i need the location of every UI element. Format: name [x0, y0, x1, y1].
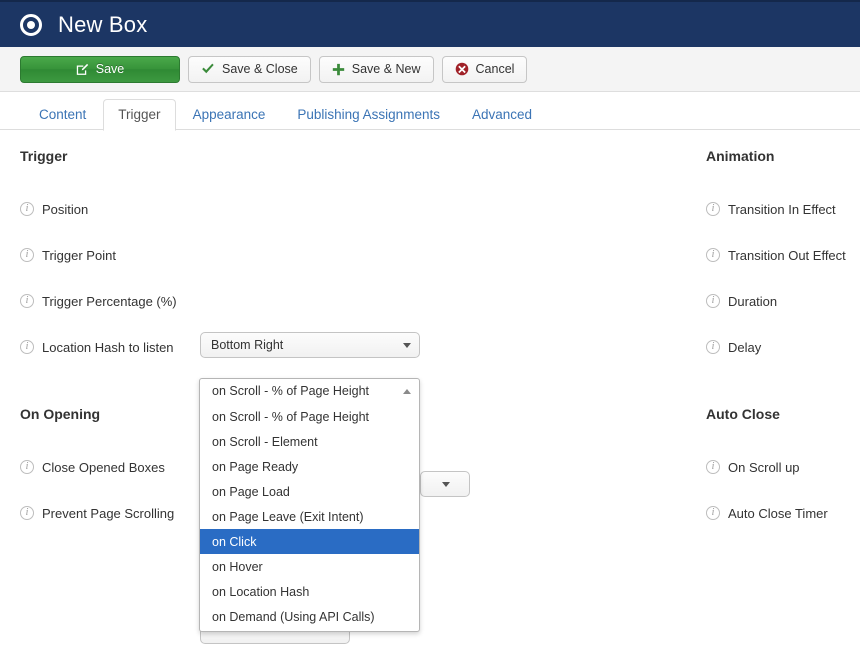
tab-content[interactable]: Content [24, 99, 101, 132]
dropdown-option-label: on Click [212, 534, 257, 549]
dropdown-current-value-label: on Scroll - % of Page Height [212, 384, 370, 398]
action-toolbar: Save Save & Close Save & New Cancel [0, 47, 860, 92]
dropdown-option-on-page-ready[interactable]: on Page Ready [200, 454, 419, 479]
tab-publishing-assignments-label: Publishing Assignments [297, 106, 440, 122]
dropdown-option-on-scroll-percent[interactable]: on Scroll - % of Page Height [200, 404, 419, 429]
section-title-auto-close: Auto Close [706, 406, 780, 422]
tab-appearance[interactable]: Appearance [178, 99, 281, 132]
right-column: Animation i Transition In Effect i Trans… [706, 148, 856, 536]
info-icon[interactable]: i [20, 202, 34, 216]
location-hash-select[interactable] [420, 471, 470, 497]
dropdown-option-label: on Page Ready [212, 459, 299, 474]
field-label-on-scroll-up: On Scroll up [728, 459, 800, 475]
tab-publishing-assignments[interactable]: Publishing Assignments [282, 99, 455, 132]
tab-trigger-label: Trigger [118, 106, 161, 122]
field-label-position: Position [42, 201, 89, 217]
dropdown-option-label: on Demand (Using API Calls) [212, 609, 375, 624]
field-delay: i Delay [706, 324, 856, 370]
chevron-down-icon [442, 481, 450, 487]
field-on-scroll-up: i On Scroll up [706, 444, 856, 490]
cancel-button-label: Cancel [475, 62, 515, 76]
target-dot-icon [20, 13, 42, 36]
field-label-auto-close-timer: Auto Close Timer [728, 505, 828, 521]
info-icon[interactable]: i [706, 248, 720, 262]
save-button-label: Save [95, 62, 125, 76]
field-label-transition-in-effect: Transition In Effect [728, 201, 836, 217]
info-icon[interactable]: i [20, 340, 34, 354]
chevron-up-icon[interactable] [403, 388, 411, 394]
tab-advanced-label: Advanced [471, 106, 533, 122]
cancel-button[interactable]: Cancel [441, 55, 528, 83]
dropdown-option-label: on Scroll - Element [212, 434, 318, 449]
dropdown-option-on-page-load[interactable]: on Page Load [200, 479, 419, 504]
info-icon[interactable]: i [706, 202, 720, 216]
plus-icon [332, 63, 345, 76]
dropdown-option-on-click[interactable]: on Click [200, 529, 419, 554]
tab-appearance-label: Appearance [192, 106, 266, 122]
tab-trigger[interactable]: Trigger [103, 98, 176, 131]
field-position: i Position [20, 186, 420, 232]
field-auto-close-timer: i Auto Close Timer [706, 490, 856, 536]
field-transition-out-effect: i Transition Out Effect [706, 232, 856, 278]
field-trigger-percentage: i Trigger Percentage (%) [20, 278, 420, 324]
field-label-location-hash: Location Hash to listen [42, 339, 174, 355]
info-icon[interactable]: i [20, 248, 34, 262]
info-icon[interactable]: i [706, 460, 720, 474]
dropdown-current-value[interactable]: on Scroll - % of Page Height [200, 379, 419, 404]
field-label-prevent-page-scrolling: Prevent Page Scrolling [42, 505, 175, 521]
info-icon[interactable]: i [20, 506, 34, 520]
check-icon [201, 63, 215, 75]
field-label-trigger-point: Trigger Point [42, 247, 116, 263]
field-duration: i Duration [706, 278, 856, 324]
dropdown-option-label: on Hover [212, 559, 263, 574]
info-icon[interactable]: i [706, 294, 720, 308]
position-select[interactable]: Bottom Right [200, 332, 420, 358]
dropdown-option-on-hover[interactable]: on Hover [200, 554, 419, 579]
dropdown-option-on-demand[interactable]: on Demand (Using API Calls) [200, 604, 419, 629]
app-header: New Box [0, 0, 860, 47]
dropdown-option-on-page-leave[interactable]: on Page Leave (Exit Intent) [200, 504, 419, 529]
field-label-trigger-percentage: Trigger Percentage (%) [42, 293, 177, 309]
chevron-down-icon [403, 342, 411, 348]
edit-pencil-icon [76, 63, 89, 76]
field-label-transition-out-effect: Transition Out Effect [728, 247, 846, 263]
field-label-duration: Duration [728, 293, 778, 309]
save-and-new-button[interactable]: Save & New [318, 55, 434, 83]
tab-advanced[interactable]: Advanced [457, 99, 547, 132]
cancel-circle-icon [455, 62, 469, 76]
trigger-point-dropdown: on Scroll - % of Page Height on Scroll -… [199, 378, 420, 632]
save-and-new-label: Save & New [351, 62, 421, 76]
dropdown-option-label: on Page Leave (Exit Intent) [212, 509, 364, 524]
dropdown-option-label: on Location Hash [212, 584, 310, 599]
trigger-settings-form: Trigger i Position i Trigger Point i Tri… [0, 130, 860, 652]
field-label-delay: Delay [728, 339, 762, 355]
section-title-trigger: Trigger [20, 148, 68, 164]
tab-bar: Content Trigger Appearance Publishing As… [0, 92, 860, 132]
dropdown-option-label: on Scroll - % of Page Height [212, 409, 370, 424]
dropdown-option-on-scroll-element[interactable]: on Scroll - Element [200, 429, 419, 454]
field-transition-in-effect: i Transition In Effect [706, 186, 856, 232]
field-label-close-opened-boxes: Close Opened Boxes [42, 459, 165, 475]
dropdown-option-on-location-hash[interactable]: on Location Hash [200, 579, 419, 604]
save-and-close-button[interactable]: Save & Close [188, 55, 311, 83]
section-title-animation: Animation [706, 148, 775, 164]
info-icon[interactable]: i [20, 294, 34, 308]
tab-content-label: Content [39, 106, 87, 122]
save-and-close-label: Save & Close [222, 62, 298, 76]
info-icon[interactable]: i [20, 460, 34, 474]
save-button[interactable]: Save [20, 55, 180, 83]
position-select-value: Bottom Right [211, 338, 284, 352]
page-title: New Box [58, 11, 148, 37]
field-trigger-point: i Trigger Point [20, 232, 420, 278]
dropdown-option-label: on Page Load [212, 484, 290, 499]
info-icon[interactable]: i [706, 340, 720, 354]
info-icon[interactable]: i [706, 506, 720, 520]
